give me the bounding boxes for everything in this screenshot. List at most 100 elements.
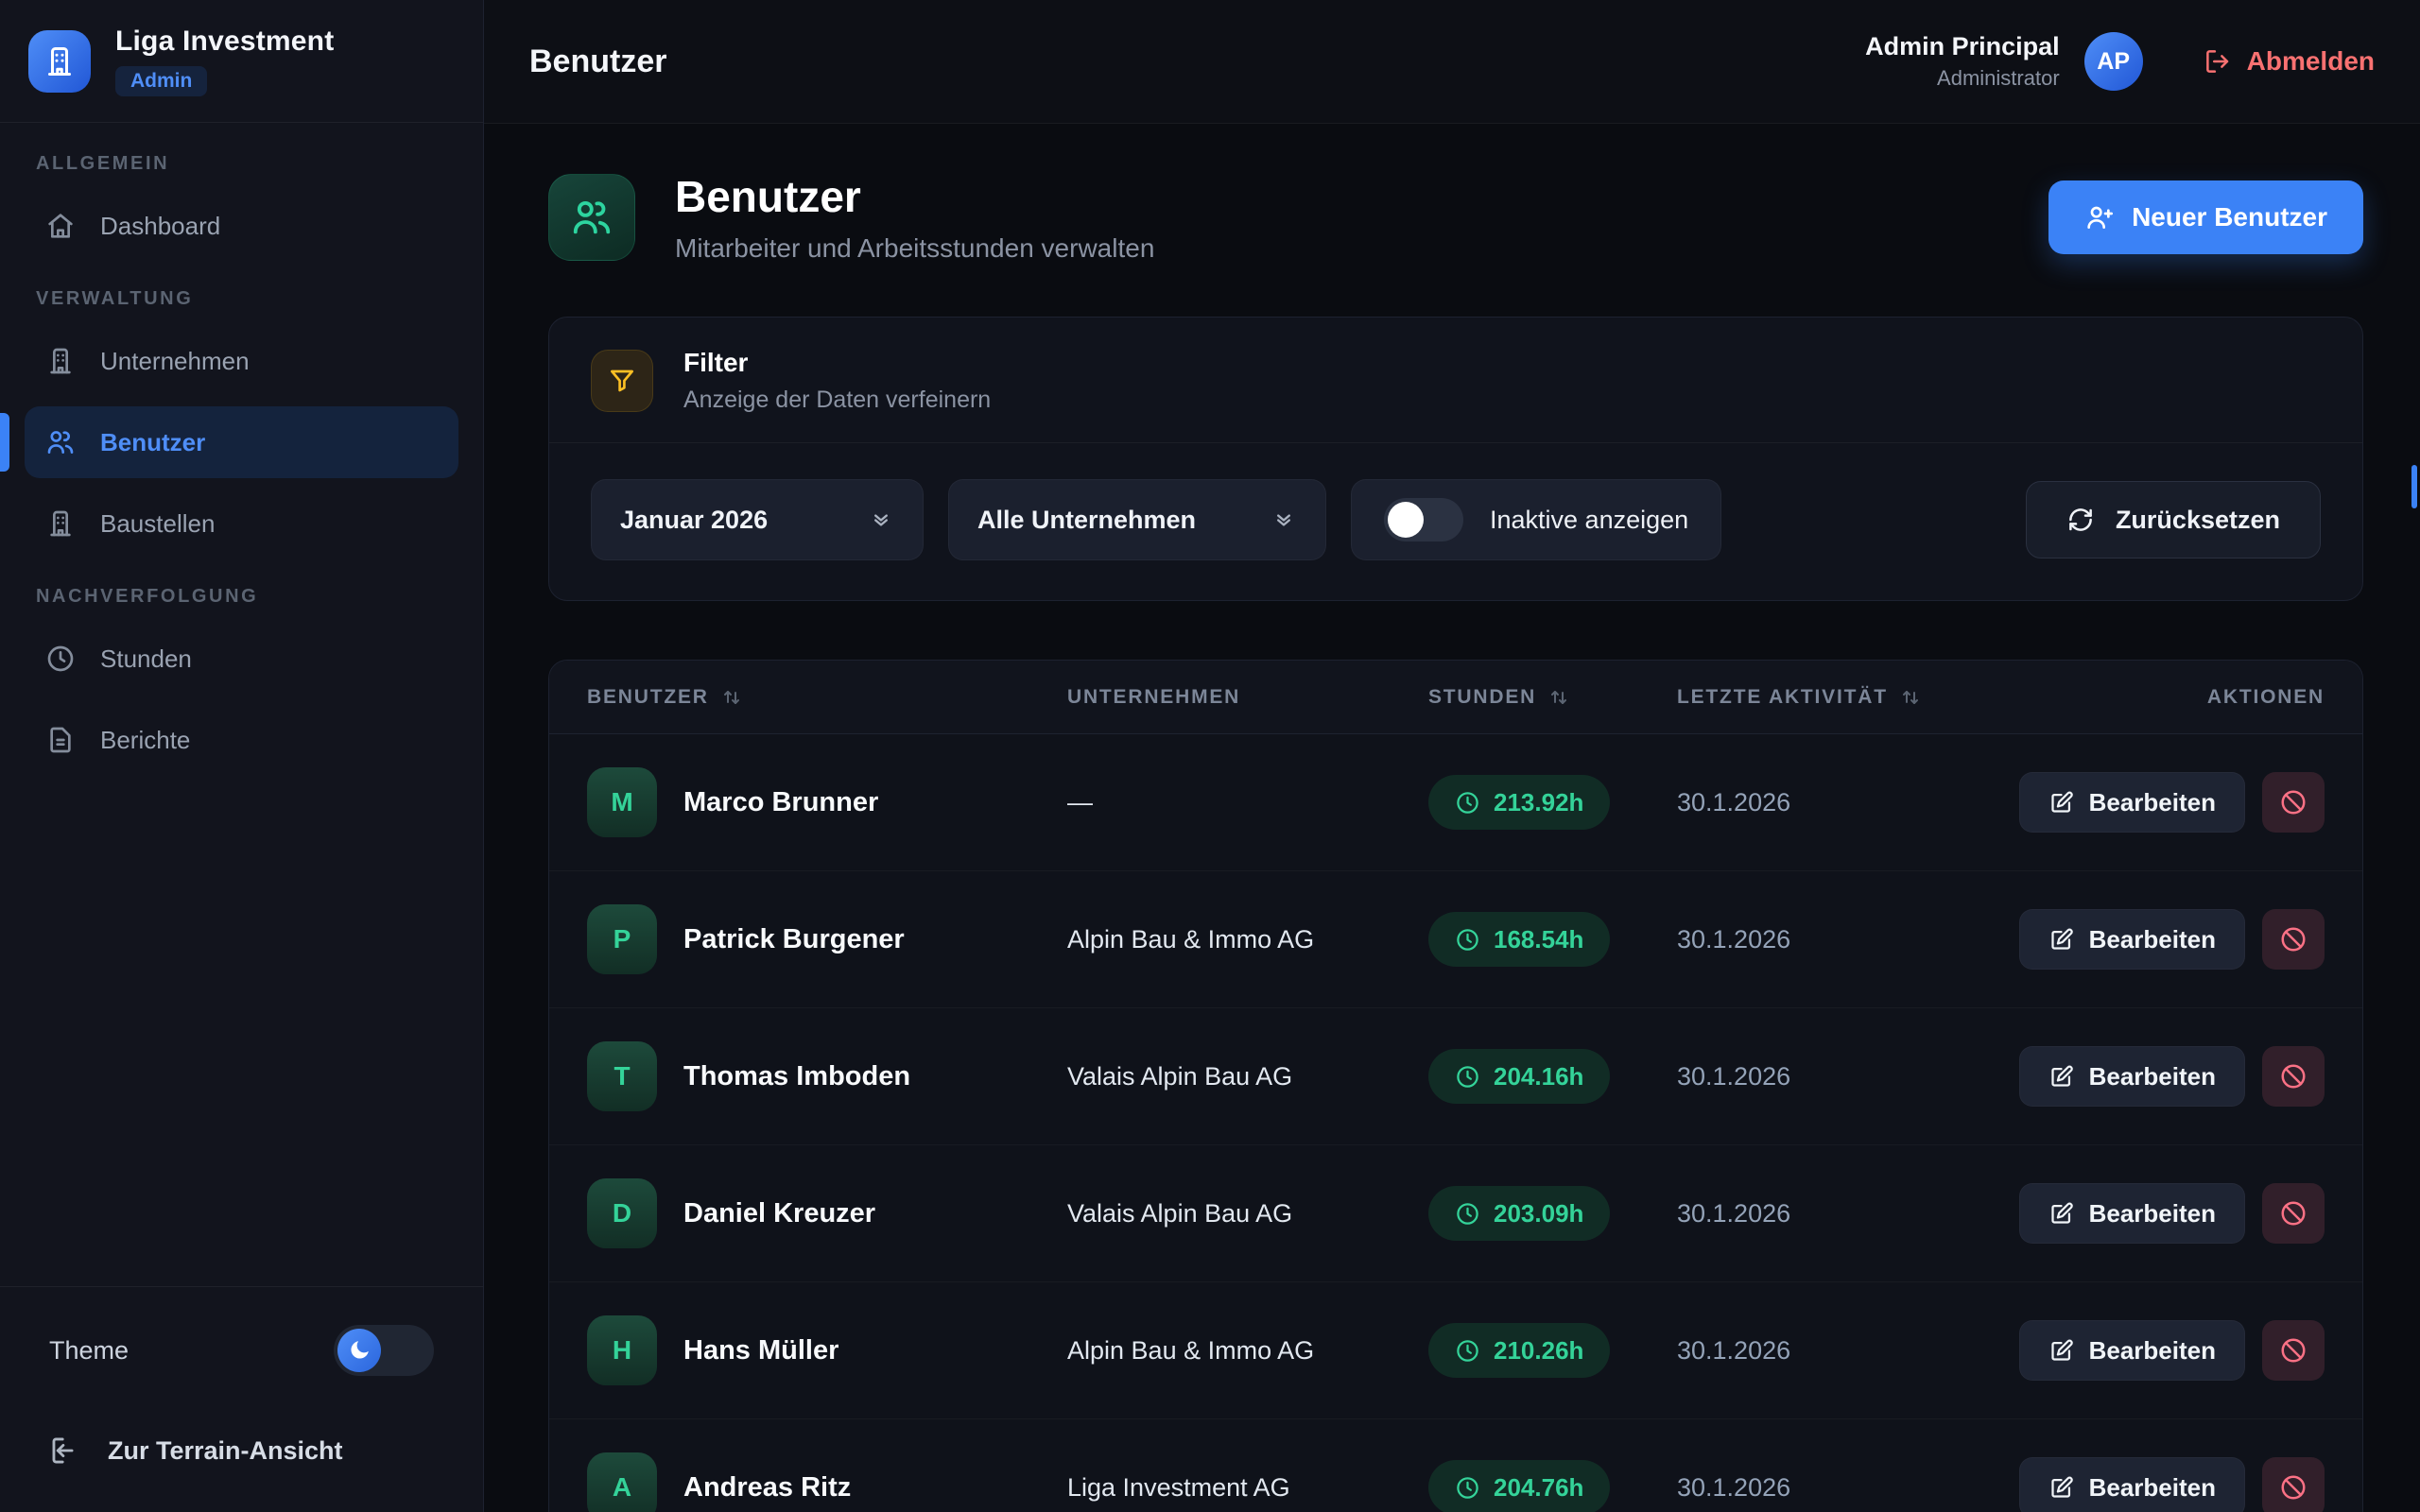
avatar[interactable]: AP bbox=[2084, 32, 2143, 91]
last-activity-cell: 30.1.2026 bbox=[1677, 1473, 1986, 1503]
user-avatar: H bbox=[587, 1315, 657, 1385]
month-select[interactable]: Januar 2026 bbox=[591, 479, 924, 560]
home-icon bbox=[45, 211, 76, 241]
clock-icon bbox=[45, 644, 76, 674]
scrollbar-thumb[interactable] bbox=[2411, 465, 2417, 508]
ban-icon bbox=[2279, 925, 2308, 954]
sidebar-item-benutzer[interactable]: Benutzer bbox=[25, 406, 458, 478]
building-icon bbox=[45, 346, 76, 376]
sidebar-footer: Theme Zur Terrain-Ansicht bbox=[0, 1286, 483, 1512]
ban-icon bbox=[2279, 1062, 2308, 1091]
user-name-cell: Marco Brunner bbox=[683, 787, 878, 818]
hours-badge: 203.09h bbox=[1428, 1186, 1610, 1241]
deactivate-button[interactable] bbox=[2262, 1320, 2325, 1381]
sidebar-item-label: Baustellen bbox=[100, 509, 215, 539]
inactive-toggle[interactable] bbox=[1384, 498, 1463, 541]
edit-button[interactable]: Bearbeiten bbox=[2019, 772, 2245, 833]
user-name-cell: Andreas Ritz bbox=[683, 1472, 851, 1503]
edit-button[interactable]: Bearbeiten bbox=[2019, 1183, 2245, 1244]
page-icon bbox=[548, 174, 635, 261]
deactivate-button[interactable] bbox=[2262, 1457, 2325, 1512]
page-subtitle: Mitarbeiter und Arbeitsstunden verwalten bbox=[675, 233, 1154, 264]
company-cell: Alpin Bau & Immo AG bbox=[1067, 1336, 1428, 1366]
new-user-label: Neuer Benutzer bbox=[2132, 202, 2327, 232]
user-name-cell: Thomas Imboden bbox=[683, 1061, 910, 1092]
user-name-cell: Daniel Kreuzer bbox=[683, 1198, 875, 1229]
sidebar-item-label: Berichte bbox=[100, 726, 190, 755]
company-cell: Valais Alpin Bau AG bbox=[1067, 1199, 1428, 1228]
inactive-toggle-group: Inaktive anzeigen bbox=[1351, 479, 1721, 560]
sidebar-item-label: Unternehmen bbox=[100, 347, 250, 376]
sidebar-nav: ALLGEMEIN Dashboard VERWALTUNG Unternehm… bbox=[0, 123, 483, 785]
column-header-letzte-aktivitaet[interactable]: LETZTE AKTIVITÄT bbox=[1677, 686, 1986, 709]
deactivate-button[interactable] bbox=[2262, 1046, 2325, 1107]
sidebar-item-stunden[interactable]: Stunden bbox=[25, 623, 458, 695]
sort-icon bbox=[1899, 686, 1922, 709]
clock-icon bbox=[1455, 1064, 1480, 1090]
column-header-unternehmen[interactable]: UNTERNEHMEN bbox=[1067, 686, 1428, 709]
deactivate-button[interactable] bbox=[2262, 772, 2325, 833]
theme-toggle[interactable] bbox=[334, 1325, 434, 1376]
clock-icon bbox=[1455, 1338, 1480, 1364]
theme-toggle-knob bbox=[337, 1329, 381, 1372]
clock-icon bbox=[1455, 927, 1480, 953]
column-header-stunden[interactable]: STUNDEN bbox=[1428, 686, 1677, 709]
reset-button[interactable]: Zurücksetzen bbox=[2026, 481, 2321, 558]
user-avatar: M bbox=[587, 767, 657, 837]
user-avatar: A bbox=[587, 1452, 657, 1512]
document-icon bbox=[45, 725, 76, 755]
edit-button[interactable]: Bearbeiten bbox=[2019, 909, 2245, 970]
ban-icon bbox=[2279, 788, 2308, 816]
terrain-view-link[interactable]: Zur Terrain-Ansicht bbox=[49, 1435, 434, 1467]
chevron-down-icon bbox=[1270, 507, 1297, 533]
sidebar-item-baustellen[interactable]: Baustellen bbox=[25, 488, 458, 559]
chevron-down-icon bbox=[868, 507, 894, 533]
user-name-cell: Hans Müller bbox=[683, 1335, 838, 1366]
deactivate-button[interactable] bbox=[2262, 909, 2325, 970]
logout-icon bbox=[2204, 47, 2232, 76]
topbar: Benutzer Admin Principal Administrator A… bbox=[484, 0, 2420, 124]
terrain-view-label: Zur Terrain-Ansicht bbox=[108, 1436, 343, 1466]
hours-badge: 210.26h bbox=[1428, 1323, 1610, 1378]
column-header-benutzer[interactable]: BENUTZER bbox=[587, 686, 1067, 709]
user-avatar: P bbox=[587, 904, 657, 974]
ban-icon bbox=[2279, 1473, 2308, 1502]
edit-button[interactable]: Bearbeiten bbox=[2019, 1046, 2245, 1107]
company-cell: Valais Alpin Bau AG bbox=[1067, 1062, 1428, 1091]
nav-section-verwaltung: VERWALTUNG bbox=[36, 288, 447, 310]
company-cell: Liga Investment AG bbox=[1067, 1473, 1428, 1503]
deactivate-button[interactable] bbox=[2262, 1183, 2325, 1244]
nav-section-allgemein: ALLGEMEIN bbox=[36, 153, 447, 175]
logout-label: Abmelden bbox=[2247, 46, 2375, 77]
users-icon bbox=[45, 427, 76, 457]
hours-badge: 168.54h bbox=[1428, 912, 1610, 967]
last-activity-cell: 30.1.2026 bbox=[1677, 925, 1986, 954]
sidebar-item-dashboard[interactable]: Dashboard bbox=[25, 190, 458, 262]
users-icon bbox=[570, 196, 614, 239]
logout-button[interactable]: Abmelden bbox=[2204, 46, 2375, 77]
user-name-cell: Patrick Burgener bbox=[683, 924, 905, 955]
ban-icon bbox=[2279, 1199, 2308, 1228]
user-avatar: D bbox=[587, 1178, 657, 1248]
funnel-icon bbox=[607, 366, 637, 396]
edit-button[interactable]: Bearbeiten bbox=[2019, 1320, 2245, 1381]
sidebar-item-unternehmen[interactable]: Unternehmen bbox=[25, 325, 458, 397]
filter-subtitle: Anzeige der Daten verfeinern bbox=[683, 387, 991, 414]
new-user-button[interactable]: Neuer Benutzer bbox=[2048, 180, 2363, 254]
theme-label: Theme bbox=[49, 1336, 129, 1366]
edit-icon bbox=[2048, 927, 2074, 953]
hours-badge: 213.92h bbox=[1428, 775, 1610, 830]
company-select[interactable]: Alle Unternehmen bbox=[948, 479, 1326, 560]
sidebar-item-label: Dashboard bbox=[100, 212, 220, 241]
sidebar-item-berichte[interactable]: Berichte bbox=[25, 704, 458, 776]
edit-button[interactable]: Bearbeiten bbox=[2019, 1457, 2245, 1512]
user-role: Administrator bbox=[1865, 66, 2060, 91]
company-select-value: Alle Unternehmen bbox=[977, 506, 1196, 535]
filter-title: Filter bbox=[683, 348, 991, 378]
edit-icon bbox=[2048, 1064, 2074, 1090]
sort-icon bbox=[720, 686, 743, 709]
edit-icon bbox=[2048, 1475, 2074, 1501]
last-activity-cell: 30.1.2026 bbox=[1677, 1062, 1986, 1091]
topbar-title: Benutzer bbox=[529, 43, 666, 80]
admin-badge: Admin bbox=[115, 66, 207, 96]
